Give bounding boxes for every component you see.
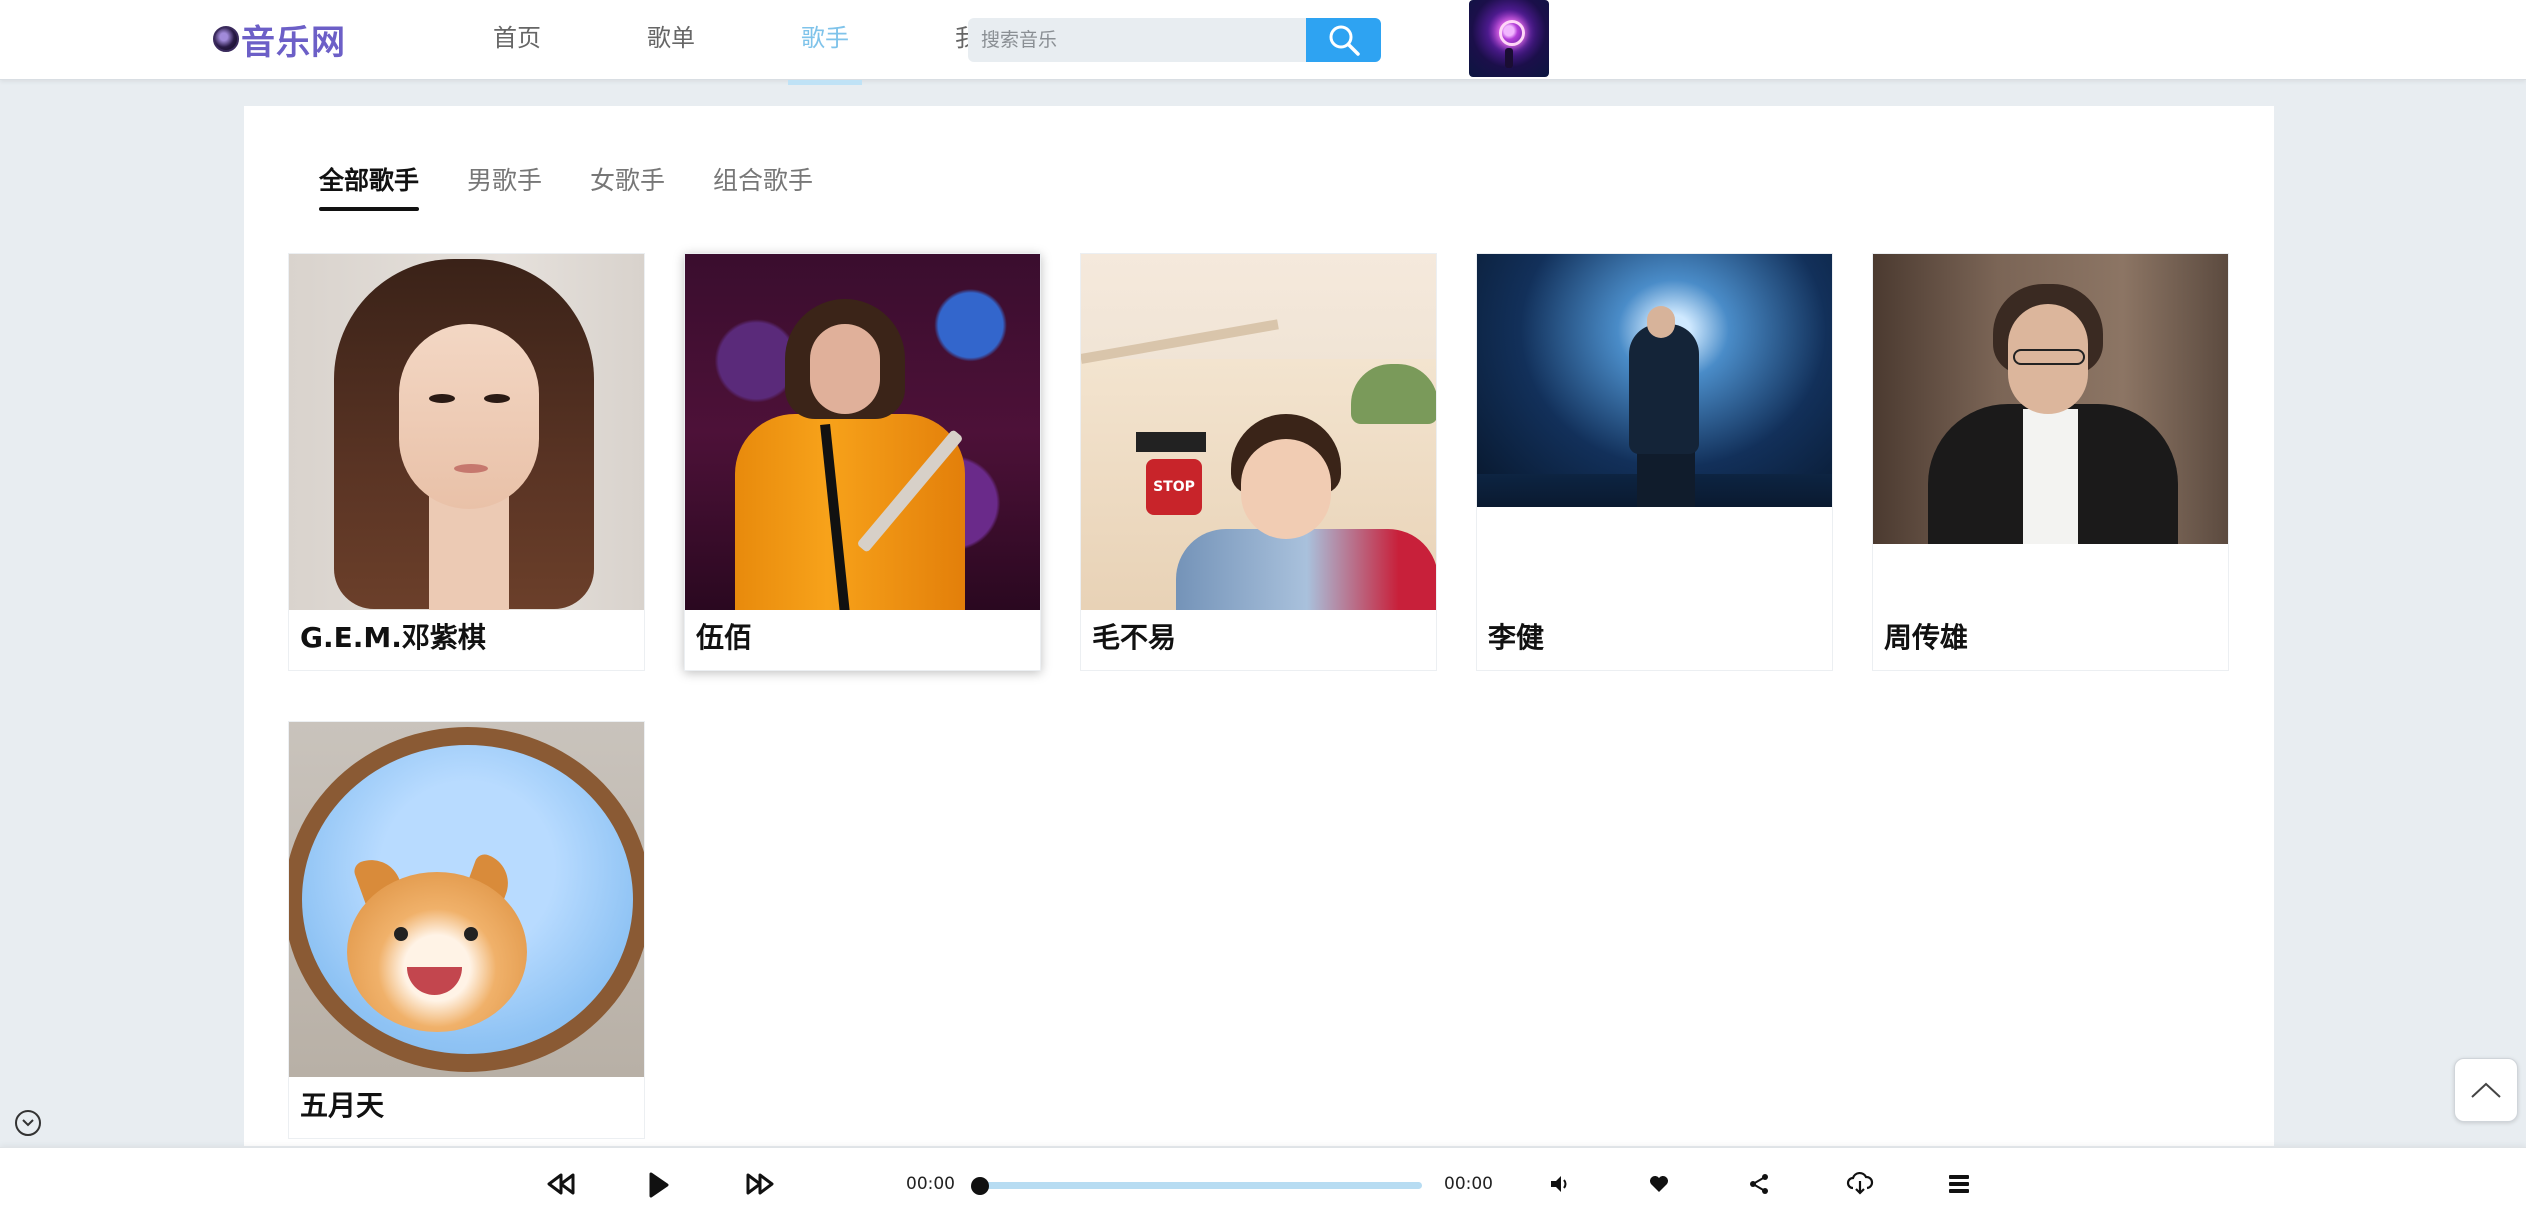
singer-card[interactable]: G.E.M.邓紫棋 [288, 253, 645, 671]
collapse-player-button[interactable] [15, 1110, 41, 1136]
singer-card[interactable]: 李健 [1476, 253, 1833, 671]
singer-photo: STOP [1081, 254, 1436, 610]
chevron-up-icon [2471, 1082, 2501, 1098]
search-input[interactable] [968, 18, 1306, 62]
search-button[interactable] [1306, 18, 1381, 62]
music-player-bar: 00:00 00:00 [0, 1147, 2526, 1217]
volume-icon [1551, 1176, 1567, 1192]
singer-name: 毛不易 [1092, 621, 1177, 654]
download-button[interactable] [1845, 1170, 1875, 1196]
download-icon [1846, 1171, 1874, 1195]
heart-icon [1650, 1176, 1668, 1192]
singer-name: 李健 [1488, 621, 1545, 654]
playlist-icon [1949, 1175, 1969, 1193]
nav-item-singers[interactable]: 歌手 [788, 0, 862, 85]
user-avatar[interactable] [1469, 0, 1549, 77]
tab-group-singers[interactable]: 组合歌手 [713, 161, 813, 207]
logo-icon [213, 26, 239, 52]
singer-filter-tabs: 全部歌手 男歌手 女歌手 组合歌手 [319, 161, 861, 211]
tab-all-singers[interactable]: 全部歌手 [319, 161, 420, 211]
play-icon [649, 1172, 669, 1198]
tab-female-singers[interactable]: 女歌手 [590, 161, 665, 207]
singer-photo [685, 254, 1040, 610]
singer-photo [1477, 254, 1832, 507]
singer-panel: 全部歌手 男歌手 女歌手 组合歌手 G.E.M.邓紫棋 伍佰 STOP 毛不易 … [244, 106, 2274, 1146]
next-icon [746, 1173, 774, 1195]
chevron-down-icon [22, 1119, 34, 1127]
search-bar [968, 18, 1381, 62]
current-time: 00:00 [906, 1174, 955, 1194]
singer-name: 伍佰 [696, 621, 753, 654]
site-logo[interactable]: 音乐网 [213, 14, 346, 64]
singer-name: G.E.M.邓紫棋 [300, 621, 486, 654]
nav-item-playlists[interactable]: 歌单 [634, 0, 708, 80]
back-to-top-button[interactable] [2454, 1058, 2518, 1122]
top-header: 音乐网 首页 歌单 歌手 我的音乐 [0, 0, 2526, 85]
singer-card[interactable]: 五月天 [288, 721, 645, 1139]
nav-item-home[interactable]: 首页 [480, 0, 554, 80]
prev-button[interactable] [543, 1170, 579, 1198]
singer-name: 五月天 [300, 1089, 385, 1122]
playlist-button[interactable] [1946, 1172, 1972, 1196]
next-button[interactable] [742, 1170, 778, 1198]
play-button[interactable] [644, 1170, 672, 1200]
singer-card[interactable]: 周传雄 [1872, 253, 2229, 671]
logo-text: 音乐网 [241, 22, 346, 63]
singer-photo [289, 722, 644, 1077]
search-icon [1329, 25, 1360, 56]
tab-male-singers[interactable]: 男歌手 [467, 161, 542, 207]
share-button[interactable] [1747, 1172, 1771, 1196]
share-icon [1750, 1174, 1768, 1194]
volume-button[interactable] [1548, 1172, 1572, 1196]
singer-photo [289, 254, 644, 610]
progress-knob[interactable] [971, 1177, 989, 1195]
singer-name: 周传雄 [1884, 621, 1969, 654]
singer-card[interactable]: STOP 毛不易 [1080, 253, 1437, 671]
progress-bar[interactable] [971, 1177, 1422, 1195]
singer-photo [1873, 254, 2228, 544]
singer-card[interactable]: 伍佰 [684, 253, 1041, 671]
like-button[interactable] [1647, 1172, 1671, 1196]
prev-icon [547, 1173, 575, 1195]
total-time: 00:00 [1444, 1174, 1493, 1194]
